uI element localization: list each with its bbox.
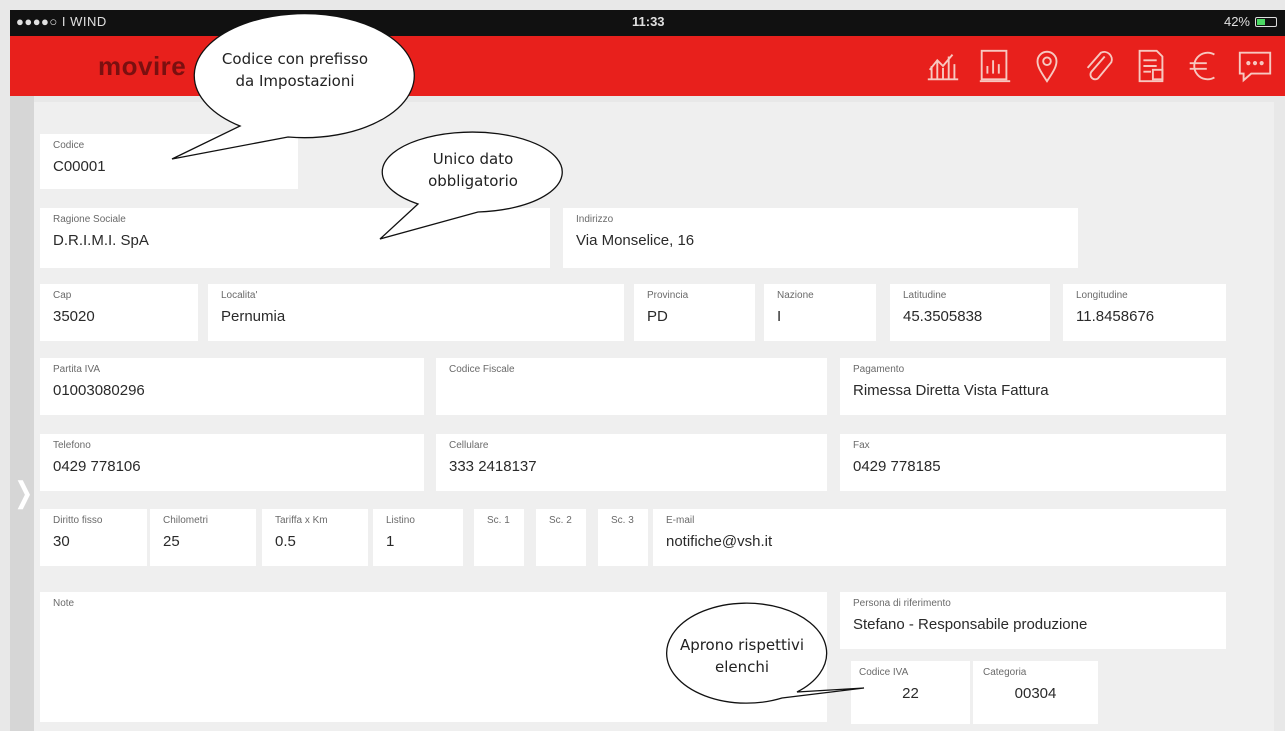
field-categoria[interactable]: Categoria 00304	[973, 661, 1098, 724]
field-label: Categoria	[983, 667, 1027, 678]
field-value: 0429 778185	[853, 458, 941, 475]
field-label: Diritto fisso	[53, 515, 103, 526]
field-cap[interactable]: Cap 35020	[40, 284, 198, 341]
field-label: Chilometri	[163, 515, 209, 526]
field-label: E-mail	[666, 515, 695, 526]
field-chilometri[interactable]: Chilometri 25	[150, 509, 256, 566]
field-label: Provincia	[647, 290, 689, 301]
field-label: Sc. 2	[549, 515, 572, 526]
field-persona-riferimento[interactable]: Persona di riferimento Stefano - Respons…	[840, 592, 1226, 649]
field-label: Codice IVA	[859, 667, 909, 678]
field-sc2[interactable]: Sc. 2	[536, 509, 586, 566]
field-pagamento[interactable]: Pagamento Rimessa Diretta Vista Fattura	[840, 358, 1226, 415]
field-diritto-fisso[interactable]: Diritto fisso 30	[40, 509, 147, 566]
callout-codice-text: Codice con prefisso da Impostazioni	[221, 50, 369, 90]
field-cellulare[interactable]: Cellulare 333 2418137	[436, 434, 827, 491]
status-bar: ●●●●○ I WIND 11:33 42%	[10, 10, 1285, 36]
clock-label: 11:33	[632, 14, 665, 29]
paperclip-icon[interactable]	[1079, 46, 1119, 86]
euro-icon[interactable]	[1183, 46, 1223, 86]
carrier-label: ●●●●○ I WIND	[16, 14, 107, 29]
field-value: PD	[647, 308, 668, 325]
field-codice-iva[interactable]: Codice IVA 22	[851, 661, 970, 724]
header-toolbar	[923, 46, 1275, 86]
field-label: Pagamento	[853, 364, 905, 375]
field-value: 30	[53, 533, 70, 550]
field-value: Stefano - Responsabile produzione	[853, 616, 1088, 633]
field-label: Listino	[386, 515, 415, 526]
field-partita-iva[interactable]: Partita IVA 01003080296	[40, 358, 424, 415]
chevron-right-icon: ❭	[12, 477, 36, 508]
app-screen: ●●●●○ I WIND 11:33 42% movire ❭ Codice C…	[0, 0, 1285, 731]
field-value: 45.3505838	[903, 308, 983, 325]
field-label: Persona di riferimento	[853, 598, 951, 609]
field-value: I	[777, 308, 782, 325]
callout-elenchi: Aprono rispettivi elenchi	[642, 602, 867, 728]
field-value: 11.8458676	[1076, 308, 1155, 325]
field-listino[interactable]: Listino 1	[373, 509, 463, 566]
callout-obbligatorio-text: Unico dato obbligatorio	[428, 150, 518, 190]
field-sc3[interactable]: Sc. 3	[598, 509, 648, 566]
field-label: Codice Fiscale	[449, 364, 515, 375]
field-email[interactable]: E-mail notifiche@vsh.it	[653, 509, 1226, 566]
field-latitudine[interactable]: Latitudine 45.3505838	[890, 284, 1050, 341]
document-chart-icon[interactable]	[975, 46, 1015, 86]
field-provincia[interactable]: Provincia PD	[634, 284, 755, 341]
side-panel-handle[interactable]: ❭	[10, 96, 36, 731]
report-icon[interactable]	[1131, 46, 1171, 86]
field-label: Indirizzo	[576, 214, 614, 225]
field-value: 22	[902, 685, 919, 702]
field-label: Fax	[853, 440, 870, 451]
field-label: Nazione	[777, 290, 814, 301]
field-value: 35020	[53, 308, 95, 325]
callout-obbligatorio: Unico dato obbligatorio	[378, 131, 568, 244]
field-tariffa-km[interactable]: Tariffa x Km 0.5	[262, 509, 368, 566]
field-label: Cap	[53, 290, 72, 301]
field-fax[interactable]: Fax 0429 778185	[840, 434, 1226, 491]
field-label: Localita'	[221, 290, 258, 301]
field-value: notifiche@vsh.it	[666, 533, 773, 550]
field-label: Tariffa x Km	[275, 515, 328, 526]
battery-percent: 42%	[1223, 14, 1250, 29]
field-codice-fiscale[interactable]: Codice Fiscale	[436, 358, 827, 415]
field-label: Sc. 1	[487, 515, 510, 526]
field-label: Longitudine	[1076, 290, 1128, 301]
location-pin-icon[interactable]	[1027, 46, 1067, 86]
field-nazione[interactable]: Nazione I	[764, 284, 876, 341]
field-label: Cellulare	[449, 440, 489, 451]
field-label: Latitudine	[903, 290, 947, 301]
field-label: Sc. 3	[611, 515, 634, 526]
field-localita[interactable]: Localita' Pernumia	[208, 284, 624, 341]
chat-icon[interactable]	[1235, 46, 1275, 86]
field-label: Telefono	[53, 440, 91, 451]
battery-indicator: 42%	[1224, 14, 1277, 29]
field-longitudine[interactable]: Longitudine 11.8458676	[1063, 284, 1226, 341]
field-value: Rimessa Diretta Vista Fattura	[853, 382, 1049, 399]
field-telefono[interactable]: Telefono 0429 778106	[40, 434, 424, 491]
field-value: 25	[163, 533, 180, 550]
chart-icon[interactable]	[923, 46, 963, 86]
field-indirizzo[interactable]: Indirizzo Via Monselice, 16	[563, 208, 1078, 268]
callout-codice: Codice con prefisso da Impostazioni	[170, 13, 415, 164]
field-value: 1	[386, 533, 395, 550]
field-value: 01003080296	[53, 382, 145, 399]
battery-icon	[1255, 16, 1277, 27]
field-value: Via Monselice, 16	[576, 232, 695, 249]
field-value: 00304	[1014, 685, 1057, 702]
field-value: 333 2418137	[449, 458, 537, 475]
field-sc1[interactable]: Sc. 1	[474, 509, 524, 566]
field-value: 0.5	[275, 533, 296, 550]
field-value: 0429 778106	[53, 458, 141, 475]
callout-elenchi-text: Aprono rispettivi elenchi	[679, 636, 805, 676]
field-label: Partita IVA	[53, 364, 101, 375]
field-value: Pernumia	[221, 308, 286, 325]
